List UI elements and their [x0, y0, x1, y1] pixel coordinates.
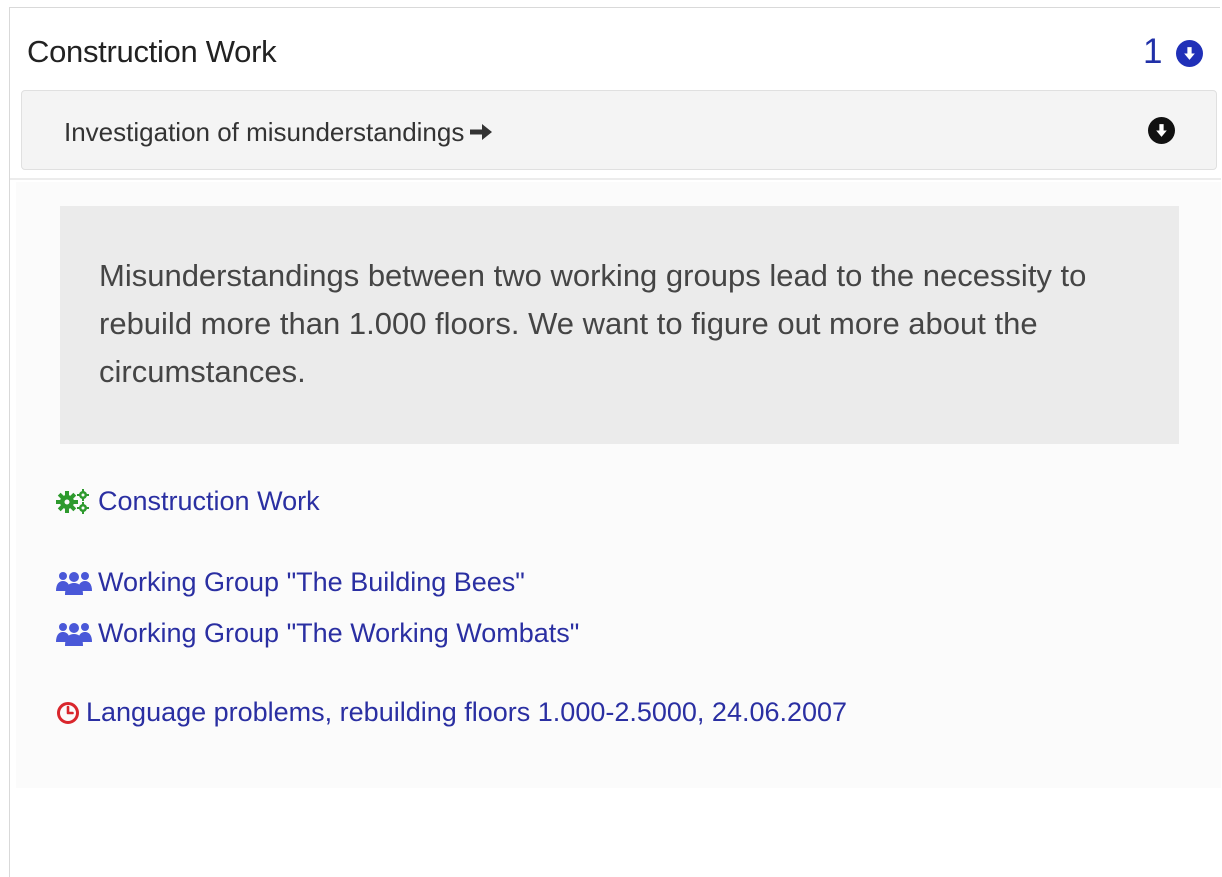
- circle-arrow-down-icon[interactable]: [1176, 40, 1203, 67]
- description-box: Misunderstandings between two working gr…: [60, 206, 1179, 444]
- panel-title: Construction Work: [27, 34, 277, 69]
- event-link[interactable]: Language problems, rebuilding floors 1.0…: [56, 697, 847, 732]
- event-link-label[interactable]: Language problems, rebuilding floors 1.0…: [86, 697, 847, 727]
- cogs-icon: [56, 488, 92, 521]
- arrow-right-icon: [468, 119, 494, 150]
- group-link-label[interactable]: Working Group "The Working Wombats": [98, 618, 579, 648]
- subitem-label: Investigation of misunderstandings: [64, 117, 465, 147]
- group-link-label[interactable]: Working Group "The Building Bees": [98, 567, 525, 597]
- group-link[interactable]: Working Group "The Building Bees": [56, 567, 525, 602]
- group-icon: [56, 569, 92, 602]
- divider: [10, 178, 1221, 180]
- subitem-link[interactable]: Investigation of misunderstandings: [64, 117, 494, 150]
- group-link[interactable]: Working Group "The Working Wombats": [56, 618, 579, 653]
- item-count: 1: [1143, 32, 1163, 71]
- panel-header[interactable]: Construction Work 1: [10, 8, 1221, 92]
- subitem-bar[interactable]: Investigation of misunderstandings: [21, 90, 1217, 170]
- clock-icon: [56, 701, 80, 732]
- subitem-details: Misunderstandings between two working gr…: [16, 182, 1221, 788]
- subitem-toggle-icon[interactable]: [1148, 117, 1175, 144]
- group-icon: [56, 620, 92, 653]
- project-link[interactable]: Construction Work: [56, 486, 320, 521]
- project-link-label[interactable]: Construction Work: [98, 486, 320, 516]
- construction-work-panel: Construction Work 1 Investigation of mis…: [9, 7, 1221, 877]
